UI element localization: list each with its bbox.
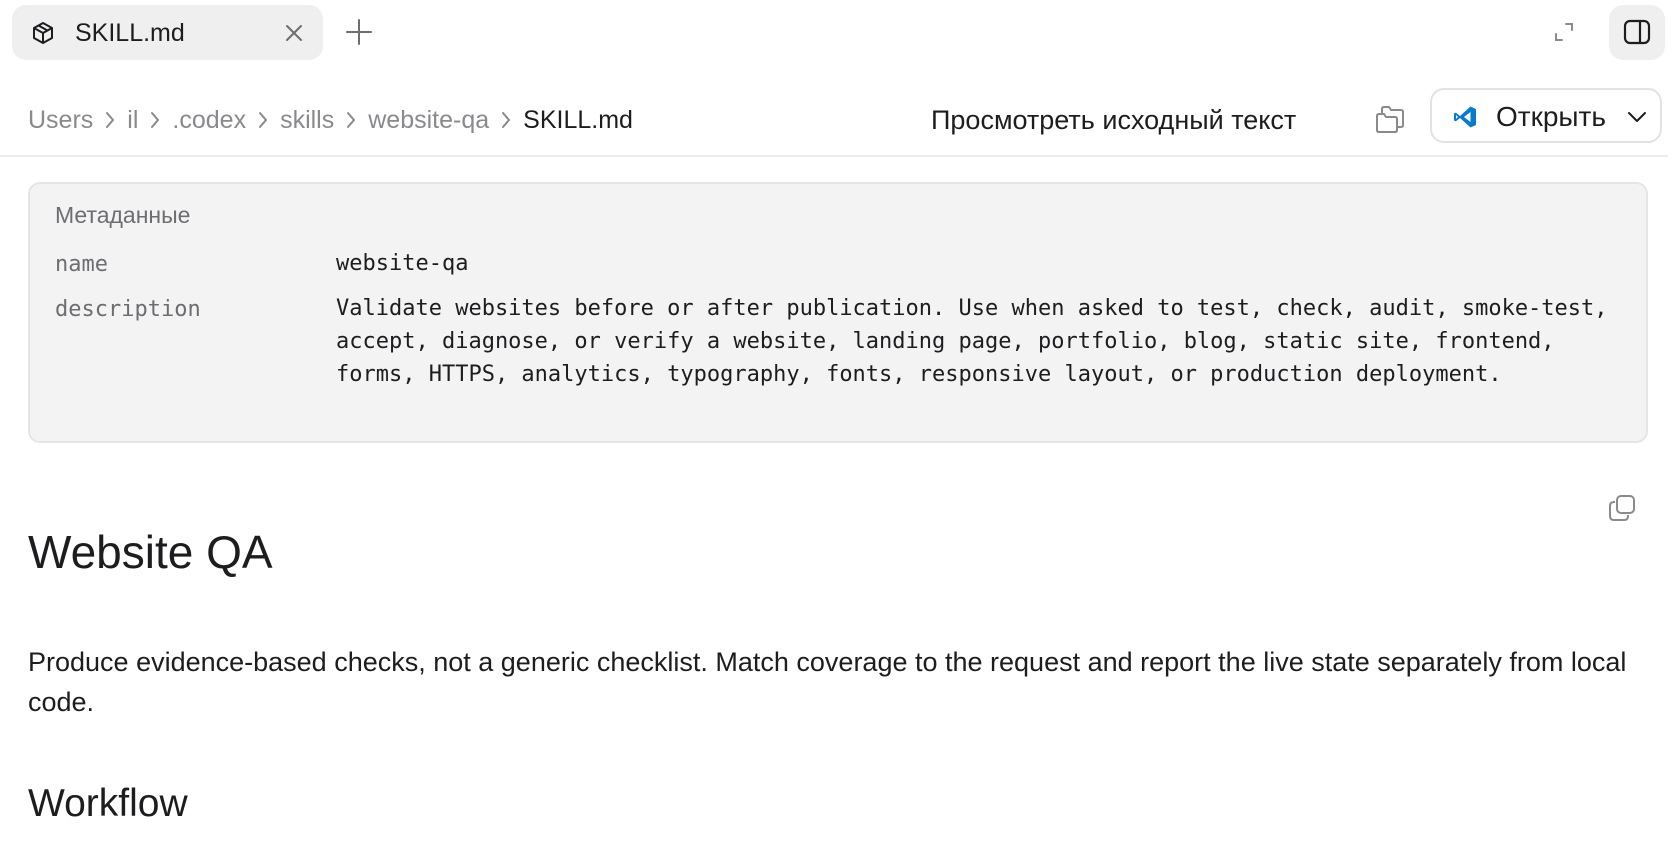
plus-icon[interactable] <box>344 17 374 47</box>
open-in-editor-button[interactable]: Открыть <box>1430 88 1662 143</box>
vscode-icon <box>1453 105 1477 129</box>
chevron-right-icon <box>489 103 523 137</box>
breadcrumb-item-current: SKILL.md <box>523 105 633 134</box>
view-source-button[interactable]: Просмотреть исходный текст <box>931 103 1296 137</box>
open-button-label: Открыть <box>1496 101 1606 132</box>
metadata-key-name: name <box>55 252 108 277</box>
chevron-right-icon <box>246 103 280 137</box>
document-heading: Website QA <box>28 526 273 578</box>
tab-title: SKILL.md <box>75 19 185 47</box>
folder-copy-icon[interactable] <box>1373 102 1407 136</box>
sidebar-toggle-button[interactable] <box>1609 5 1665 60</box>
chevron-right-icon <box>138 103 172 137</box>
metadata-value-name: website-qa <box>336 251 469 276</box>
document-paragraph: Produce evidence-based checks, not a gen… <box>28 647 1627 717</box>
metadata-panel: Метаданные name website-qa description V… <box>28 182 1648 443</box>
metadata-title: Метаданные <box>55 202 191 228</box>
breadcrumb-item-codex[interactable]: .codex <box>172 106 246 135</box>
cube-icon <box>31 21 55 45</box>
app-window: SKILL.md Users il .codex skills website-… <box>0 0 1668 854</box>
breadcrumb: Users il .codex skills website-qa SKILL.… <box>28 103 633 137</box>
metadata-key-description: description <box>55 297 201 322</box>
tab-skill-md[interactable]: SKILL.md <box>12 5 323 60</box>
breadcrumb-item-il[interactable]: il <box>127 106 138 135</box>
chevron-right-icon <box>334 103 368 137</box>
copy-icon[interactable] <box>1607 493 1637 523</box>
breadcrumb-item-website-qa[interactable]: website-qa <box>368 106 489 135</box>
chevron-right-icon <box>93 103 127 137</box>
document-subheading: Workflow <box>28 782 188 825</box>
breadcrumb-item-skills[interactable]: skills <box>280 106 334 135</box>
breadcrumb-toolbar: Users il .codex skills website-qa SKILL.… <box>0 87 1668 157</box>
chevron-down-icon[interactable] <box>1626 108 1648 126</box>
metadata-value-description: Validate websites before or after public… <box>336 296 1608 387</box>
tab-bar: SKILL.md <box>0 0 1668 64</box>
close-icon[interactable] <box>284 23 304 43</box>
sidebar-icon <box>1623 19 1651 45</box>
expand-icon[interactable] <box>1552 20 1576 44</box>
breadcrumb-item-users[interactable]: Users <box>28 106 93 135</box>
